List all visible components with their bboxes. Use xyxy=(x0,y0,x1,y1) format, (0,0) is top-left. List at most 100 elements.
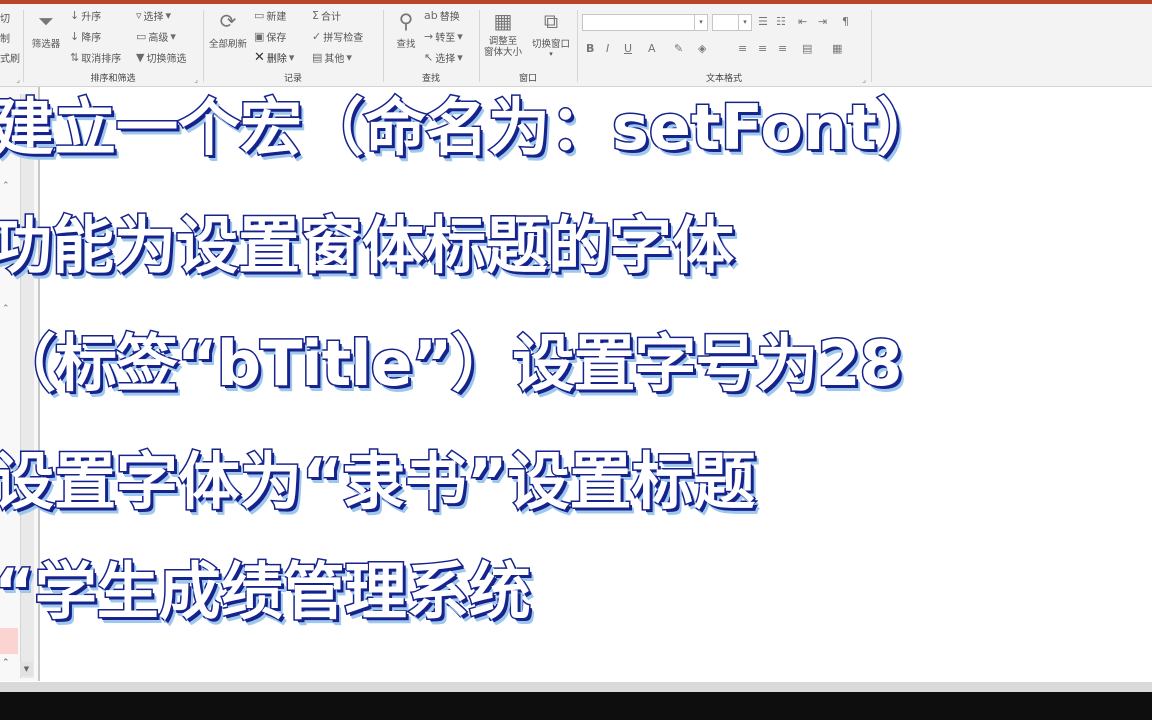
chevron-down-icon: ▾ xyxy=(170,30,176,43)
find-group: ⚲ 查找 ab 替换 → 转至 ▾ ↖ 选择 ▾ 查找 xyxy=(384,4,478,86)
refresh-all-button[interactable]: ⟳ 全部刷新 xyxy=(206,8,250,50)
font-name-combo[interactable]: ▾ xyxy=(582,14,708,31)
save-icon: ▣ xyxy=(254,30,265,43)
refresh-icon: ⟳ xyxy=(219,9,237,33)
copy-label: 制 xyxy=(0,34,10,45)
chevron-down-icon: ▾ xyxy=(346,51,352,64)
select-label: 选择 xyxy=(435,54,456,65)
replace-label: 替换 xyxy=(439,12,460,23)
magnifier-icon: ⚲ xyxy=(398,9,414,33)
italic-button[interactable]: I xyxy=(606,42,609,55)
format-painter-button[interactable]: 式刷 xyxy=(0,50,20,65)
save-record-button[interactable]: ▣ 保存 xyxy=(254,29,286,44)
increase-indent-icon[interactable]: ⇥ xyxy=(818,15,827,28)
remove-sort-button[interactable]: ⇅ 取消排序 xyxy=(70,50,121,65)
text-format-launcher-icon[interactable]: ⌟ xyxy=(862,75,866,84)
window-group: ▦ 调整至 窗体大小 ⧉ 切换窗口 ▾ 窗口 xyxy=(480,4,576,86)
chevron-down-icon: ▾ xyxy=(288,51,295,64)
chevron-down-icon: ▾ xyxy=(165,9,172,22)
spelling-button[interactable]: ✓ 拼写检查 xyxy=(312,29,363,44)
status-bar xyxy=(0,682,1152,692)
select-button[interactable]: ↖ 选择 ▾ xyxy=(424,50,463,65)
cut-button[interactable]: 切 xyxy=(0,10,10,25)
descending-button[interactable]: ↓ 降序 xyxy=(70,29,101,44)
ascending-button[interactable]: ↓ 升序 xyxy=(70,8,101,23)
highlight-icon[interactable]: ✎ xyxy=(674,42,683,55)
clipboard-launcher-icon[interactable]: ⌟ xyxy=(16,75,20,84)
goto-label: 转至 xyxy=(435,33,456,44)
font-color-button[interactable]: A xyxy=(648,42,656,55)
navigation-scrollbar[interactable] xyxy=(20,94,34,678)
filter-label: 筛选器 xyxy=(31,39,61,50)
copy-button[interactable]: 制 xyxy=(0,30,10,45)
more-button[interactable]: ▤ 其他 ▾ xyxy=(312,50,352,65)
sort-ascending-icon: ↓ xyxy=(70,9,80,22)
align-center-icon[interactable]: ≡ xyxy=(758,42,767,55)
selection-button[interactable]: ▿ 选择 ▾ xyxy=(136,8,171,23)
find-button[interactable]: ⚲ 查找 xyxy=(384,8,428,50)
replace-icon: ab xyxy=(424,9,438,22)
totals-label: 合计 xyxy=(320,12,341,23)
selection-icon: ▿ xyxy=(136,9,142,22)
goto-arrow-icon: → xyxy=(424,30,434,43)
scroll-down-icon[interactable]: ▼ xyxy=(20,662,33,676)
caption-line-4: 设置字体为“隶书”设置标题 xyxy=(0,444,757,519)
decrease-indent-icon[interactable]: ⇤ xyxy=(798,15,807,28)
cursor-icon: ↖ xyxy=(424,51,434,64)
size-to-fit-icon: ▦ xyxy=(493,9,513,33)
switch-windows-button[interactable]: ⧉ 切换窗口 ▾ xyxy=(528,8,574,58)
spelling-label: 拼写检查 xyxy=(323,33,364,44)
bold-button[interactable]: B xyxy=(586,42,594,55)
chevron-up-icon[interactable]: ⌃ xyxy=(2,304,10,314)
delete-record-button[interactable]: ✕ 删除 ▾ xyxy=(254,50,294,65)
filter-button[interactable]: ⏷ 筛选器 xyxy=(24,8,68,50)
align-left-icon[interactable]: ≡ xyxy=(738,42,747,55)
group-separator xyxy=(871,10,872,82)
chevron-up-icon[interactable]: ⌃ xyxy=(2,658,10,668)
underline-button[interactable]: U xyxy=(624,42,632,55)
remove-sort-label: 取消排序 xyxy=(81,54,122,65)
selected-object[interactable] xyxy=(0,628,18,654)
text-direction-icon[interactable]: ¶ xyxy=(842,15,849,28)
save-record-label: 保存 xyxy=(266,33,287,44)
descending-label: 降序 xyxy=(81,33,102,44)
numbering-icon[interactable]: ☷ xyxy=(776,15,786,28)
toggle-filter-label: 切换筛选 xyxy=(146,54,187,65)
toggle-filter-button[interactable]: ▼ 切换筛选 xyxy=(136,50,186,65)
text-format-group: ▾ ▾ ☰ ☷ ⇤ ⇥ ¶ B I U A ✎ ◈ ≡ ≡ ≡ ▤ ▦ 文本格式… xyxy=(578,4,870,86)
sort-filter-group: ⏷ 筛选器 ↓ 升序 ↓ 降序 ⇅ 取消排序 ▿ 选择 ▾ ▭ 高级 ▾ ▼ 切换筛选 排序和筛… xyxy=(24,4,202,86)
advanced-filter-icon: ▭ xyxy=(136,30,147,43)
delete-record-label: 删除 xyxy=(266,54,287,65)
replace-button[interactable]: ab 替换 xyxy=(424,8,460,23)
delete-icon: ✕ xyxy=(254,50,265,65)
remove-sort-icon: ⇅ xyxy=(70,51,80,64)
bullets-icon[interactable]: ☰ xyxy=(758,15,768,28)
more-icon: ▤ xyxy=(312,51,323,64)
caption-line-5: “学生成绩管理系统 xyxy=(0,554,532,629)
fill-color-icon[interactable]: ◈ xyxy=(698,42,706,55)
video-black-bar xyxy=(0,692,1152,720)
goto-button[interactable]: → 转至 ▾ xyxy=(424,29,463,44)
sort-descending-icon: ↓ xyxy=(70,30,80,43)
caption-overlay: 建立一个宏（命名为：setFont） 功能为设置窗体标题的字体 （标签“bTit… xyxy=(0,0,1152,720)
new-record-button[interactable]: ▭ 新建 xyxy=(254,8,286,23)
records-group-label: 记录 xyxy=(283,74,302,84)
chevron-down-icon[interactable]: ▾ xyxy=(694,15,707,30)
alternate-row-color-icon[interactable]: ▤ xyxy=(802,42,812,55)
size-to-fit-button[interactable]: ▦ 调整至 窗体大小 xyxy=(480,8,526,58)
window-group-label: 窗口 xyxy=(518,74,537,84)
caption-line-2: 功能为设置窗体标题的字体 xyxy=(0,208,736,283)
advanced-button[interactable]: ▭ 高级 ▾ xyxy=(136,29,176,44)
switch-windows-icon: ⧉ xyxy=(543,9,559,33)
clipboard-group: 切 制 式刷 ⌟ xyxy=(0,4,22,86)
text-format-group-label: 文本格式 xyxy=(705,74,742,84)
font-size-combo[interactable]: ▾ xyxy=(712,14,752,31)
sort-filter-launcher-icon[interactable]: ⌟ xyxy=(194,75,198,84)
gridlines-icon[interactable]: ▦ xyxy=(832,42,842,55)
totals-button[interactable]: Σ 合计 xyxy=(312,8,341,23)
ascending-label: 升序 xyxy=(81,12,102,23)
chevron-down-icon[interactable]: ▾ xyxy=(738,15,751,30)
chevron-up-icon[interactable]: ⌃ xyxy=(2,181,10,191)
sort-filter-group-label: 排序和筛选 xyxy=(90,74,136,84)
align-right-icon[interactable]: ≡ xyxy=(778,42,787,55)
